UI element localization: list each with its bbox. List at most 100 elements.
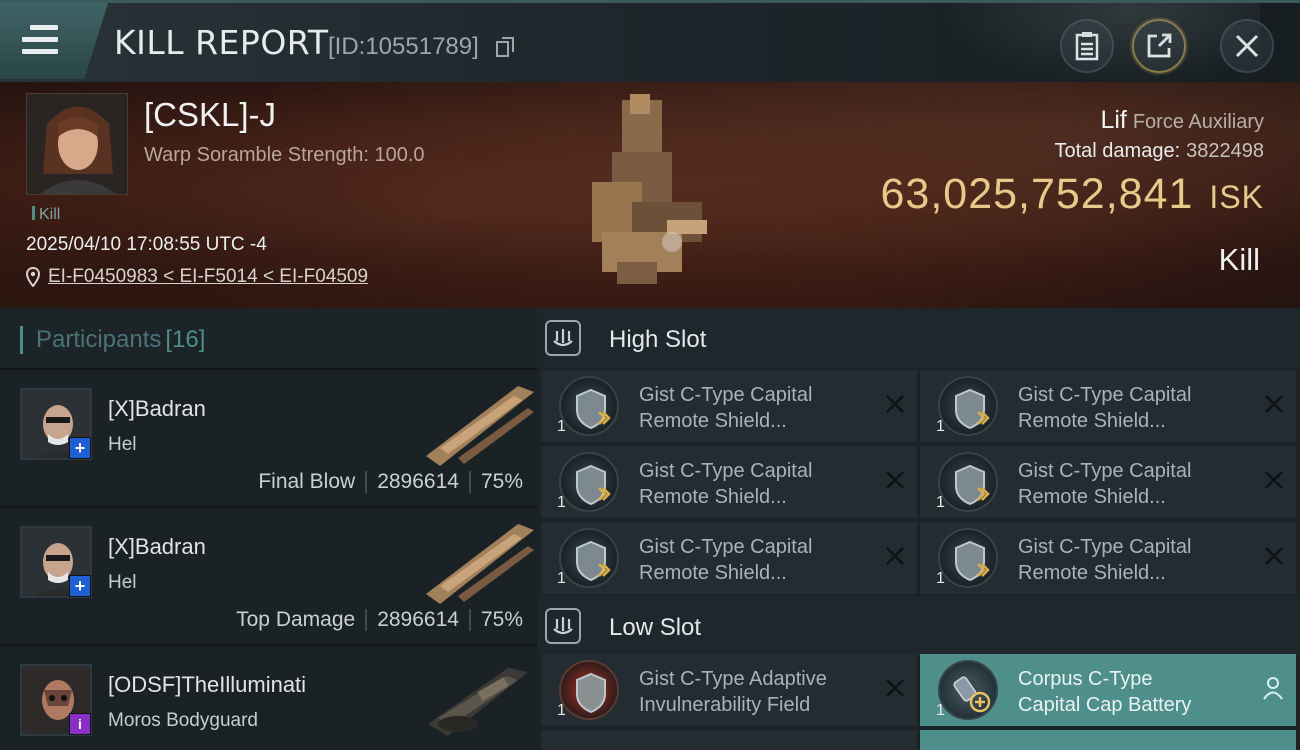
victim-banner: [CSKL]-J Warp Soramble Strength: 100.0 K… (0, 82, 1300, 308)
module-name: Gist C-Type Capital Remote Shield... (1018, 460, 1192, 508)
module-quantity: 1 (936, 570, 945, 587)
low-slot-icon (545, 608, 581, 644)
share-external-icon (1147, 33, 1172, 58)
participants-header: Participants [16] (0, 308, 537, 368)
module-name: Gist C-Type Capital Remote Shield... (1018, 384, 1192, 432)
participant-ship-image (428, 668, 528, 736)
destroyed-x-icon (1265, 395, 1283, 413)
module-slot[interactable]: 1 Gist C-Type Capital Remote Shield... (541, 370, 917, 442)
module-name: Gist C-Type Capital Remote Shield... (1018, 536, 1192, 584)
participants-label: Participants (36, 326, 162, 353)
kill-datetime: 2025/04/10 17:08:55 UTC -4 (26, 234, 267, 255)
module-slot[interactable] (920, 730, 1296, 750)
participant-role: Final Blow (258, 470, 356, 493)
module-quantity: 1 (557, 570, 566, 587)
low-slot-header: Low Slot (537, 596, 1300, 656)
participant-damage: 2896614 (377, 608, 459, 631)
shield-booster-icon (938, 528, 998, 588)
fitting-panel: High Slot 1 Gist C-Type Capital Remote Sh… (537, 308, 1300, 750)
total-damage-label: Total damage: (1054, 140, 1181, 162)
module-slot[interactable]: 1 Gist C-Type Capital Remote Shield... (541, 522, 917, 594)
module-quantity: 1 (557, 494, 566, 511)
location-text[interactable]: EI-F0450983 < EI-F5014 < EI-F04509 (48, 266, 368, 288)
module-name: Gist C-Type Capital Remote Shield... (639, 384, 813, 432)
participant-name[interactable]: [X]Badran (108, 534, 206, 560)
high-slot-header: High Slot (537, 308, 1300, 368)
destroyed-x-icon (1265, 547, 1283, 565)
warp-scramble-strength: Warp Soramble Strength: 100.0 (144, 144, 425, 166)
shield-booster-icon (559, 528, 619, 588)
high-slot-icon (545, 320, 581, 356)
module-slot[interactable]: 1 Gist C-Type Capital Remote Shield... (541, 446, 917, 518)
kill-result: Kill (1218, 242, 1260, 277)
shield-booster-icon (559, 452, 619, 512)
cap-battery-icon (938, 660, 998, 720)
destroyed-x-icon (1265, 471, 1283, 489)
low-slot-title: Low Slot (609, 614, 702, 641)
participant-percent: 75% (480, 608, 523, 631)
invulnerability-field-icon (559, 660, 619, 720)
victim-portrait[interactable] (26, 93, 128, 195)
module-quantity: 1 (936, 418, 945, 435)
module-name: Gist C-Type Capital Remote Shield... (639, 536, 813, 584)
shield-booster-icon (938, 452, 998, 512)
shield-booster-icon (938, 376, 998, 436)
participant-ship-image (426, 524, 534, 604)
victim-name[interactable]: [CSKL]-J (144, 96, 276, 134)
participant-stats: Top Damage 2896614 75% (236, 608, 523, 632)
participant-row[interactable]: + [X]Badran Hel Top Damage 2896614 75% (0, 506, 537, 642)
hamburger-menu-icon (22, 25, 58, 55)
victim-ship-image (592, 94, 707, 284)
module-name: Corpus C-Type Capital Cap Battery (1018, 668, 1192, 716)
kill-type-tag: Kill (32, 206, 60, 224)
page-title: KILL REPORT (114, 23, 329, 62)
destroyed-x-icon (886, 679, 904, 697)
module-slot[interactable]: 1 Gist C-Type Capital Remote Shield... (920, 370, 1296, 442)
dropped-person-icon (1263, 677, 1283, 700)
participant-ship-image (426, 386, 534, 466)
close-button[interactable] (1220, 19, 1274, 73)
destroyed-x-icon (886, 395, 904, 413)
participant-ship: Hel (108, 434, 137, 455)
participant-name[interactable]: [ODSF]TheIlluminati (108, 672, 306, 698)
share-button[interactable] (1132, 19, 1186, 73)
high-slot-title: High Slot (609, 326, 707, 353)
info-badge-icon: i (69, 713, 91, 735)
plus-badge-icon: + (69, 575, 91, 597)
module-name: Gist C-Type Adaptive Invulnerability Fiel… (639, 668, 827, 716)
module-quantity: 1 (936, 702, 945, 719)
participant-percent: 75% (480, 470, 523, 493)
module-quantity: 1 (936, 494, 945, 511)
top-bar: KILL REPORT [ID:10551789] (0, 0, 1300, 85)
destroyed-x-icon (886, 471, 904, 489)
module-slot[interactable]: 1 Gist C-Type Capital Remote Shield... (920, 446, 1296, 518)
module-slot[interactable]: 1 Corpus C-Type Capital Cap Battery (920, 654, 1296, 726)
plus-badge-icon: + (69, 437, 91, 459)
location-pin-icon (26, 267, 40, 287)
ship-name: Lif (1100, 106, 1127, 134)
participants-count: [16] (165, 326, 206, 353)
menu-button[interactable] (0, 3, 108, 79)
module-slot[interactable]: 1 Gist C-Type Capital Remote Shield... (920, 522, 1296, 594)
module-slot[interactable] (541, 730, 917, 750)
participant-row[interactable]: i [ODSF]TheIlluminati Moros Bodyguard (0, 644, 537, 750)
character-portrait-image (27, 94, 127, 194)
participant-row[interactable]: + [X]Badran Hel Final Blow 2896614 75% (0, 368, 537, 504)
participant-ship: Moros Bodyguard (108, 710, 258, 731)
ship-class: Force Auxiliary (1132, 111, 1264, 133)
copy-icon[interactable] (496, 37, 514, 57)
clipboard-button[interactable] (1060, 19, 1114, 73)
kill-location[interactable]: EI-F0450983 < EI-F5014 < EI-F04509 (26, 266, 368, 288)
module-quantity: 1 (557, 418, 566, 435)
participant-name[interactable]: [X]Badran (108, 396, 206, 422)
report-id: [ID:10551789] (328, 33, 479, 60)
participant-ship: Hel (108, 572, 137, 593)
module-name: Gist C-Type Capital Remote Shield... (639, 460, 813, 508)
total-damage-value: 3822498 (1186, 140, 1264, 162)
isk-amount: 63,025,752,841 (880, 170, 1194, 218)
module-slot[interactable]: 1 Gist C-Type Adaptive Invulnerability Fi… (541, 654, 917, 726)
victim-ship-type[interactable]: Lif Force Auxiliary (1100, 106, 1264, 135)
destroyed-x-icon (886, 547, 904, 565)
participants-panel: Participants [16] + [X]Badran Hel Final B… (0, 308, 537, 750)
participant-role: Top Damage (236, 608, 356, 631)
